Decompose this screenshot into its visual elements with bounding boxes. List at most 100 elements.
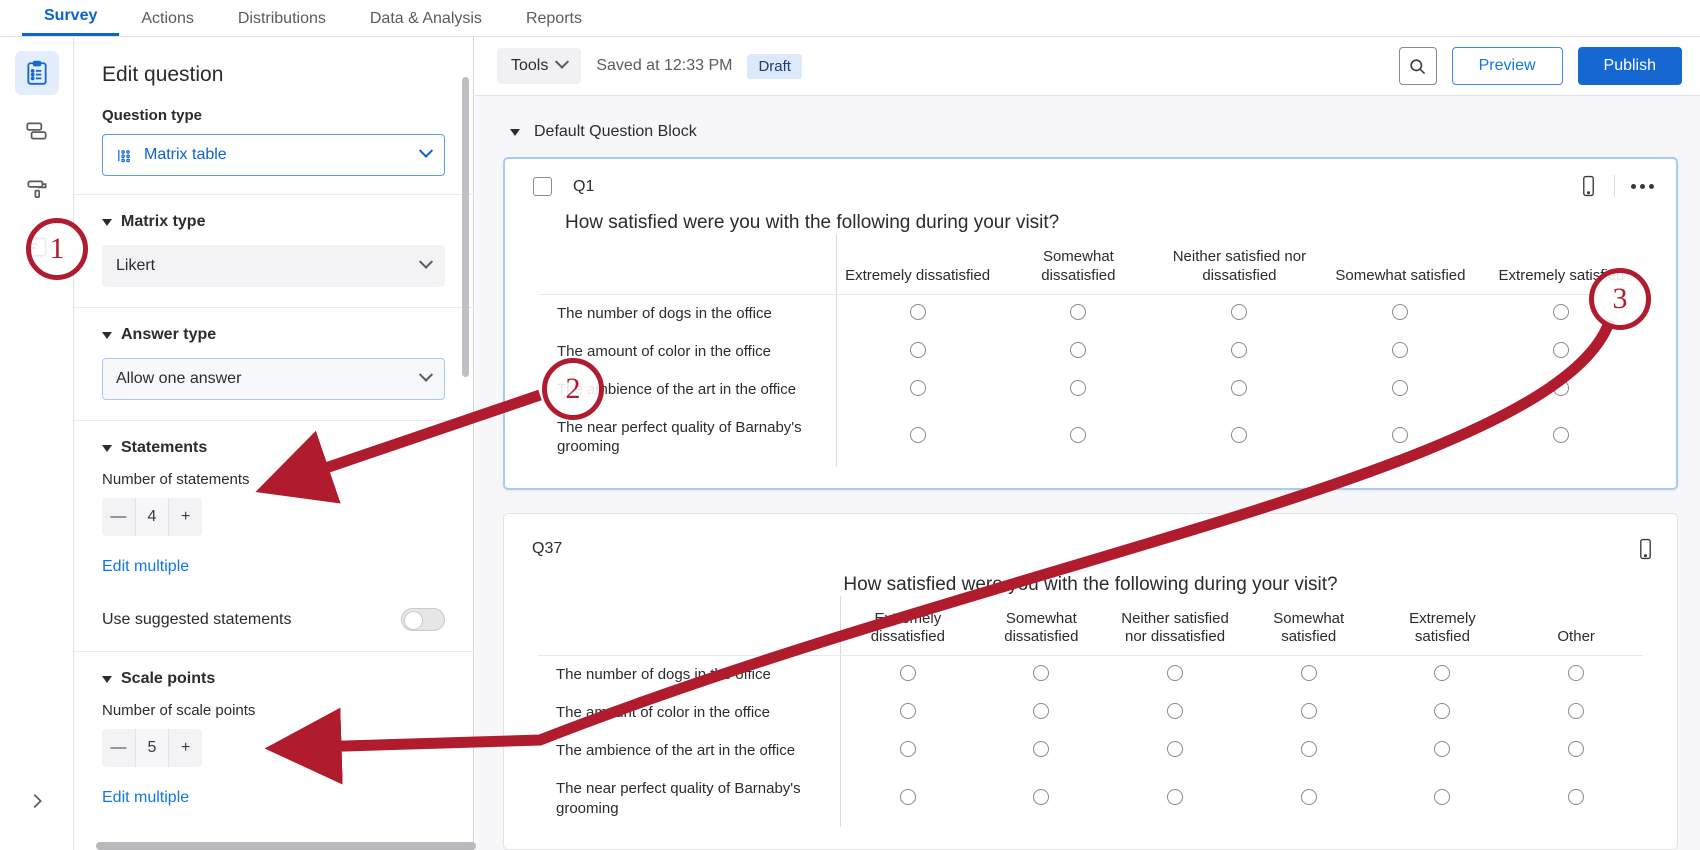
caret-down-icon	[102, 332, 112, 339]
statements-count-value[interactable]: 4	[136, 498, 170, 536]
scale-points-increment-button[interactable]: +	[169, 729, 202, 767]
q37-radio[interactable]	[1568, 703, 1584, 719]
topnav-label: Data & Analysis	[370, 10, 482, 27]
statements-edit-multiple-link[interactable]: Edit multiple	[102, 558, 189, 576]
topnav-item-reports[interactable]: Reports	[504, 11, 604, 36]
q1-radio[interactable]	[910, 342, 926, 358]
q1-radio[interactable]	[910, 427, 926, 443]
statements-heading[interactable]: Statements	[102, 439, 445, 457]
q37-radio[interactable]	[1033, 665, 1049, 681]
scale-points-heading[interactable]: Scale points	[102, 670, 445, 688]
q37-radio[interactable]	[1434, 789, 1450, 805]
q1-select-checkbox[interactable]	[533, 177, 552, 196]
q1-statement-row: The ambience of the art in the office	[539, 371, 1642, 409]
q1-cell	[837, 409, 998, 466]
q1-radio[interactable]	[1392, 342, 1408, 358]
q37-statement-label[interactable]: The ambience of the art in the office	[538, 732, 841, 770]
q1-radio[interactable]	[1070, 342, 1086, 358]
q37-radio[interactable]	[1167, 789, 1183, 805]
q1-radio[interactable]	[1392, 380, 1408, 396]
q37-radio[interactable]	[1033, 703, 1049, 719]
question-type-select[interactable]: Matrix table	[102, 134, 445, 176]
q37-radio[interactable]	[1167, 665, 1183, 681]
preview-button[interactable]: Preview	[1452, 47, 1563, 85]
q37-radio[interactable]	[900, 665, 916, 681]
scale-points-edit-multiple-link[interactable]: Edit multiple	[102, 789, 189, 807]
question-block-header[interactable]: Default Question Block	[475, 96, 1700, 141]
q1-radio[interactable]	[1231, 342, 1247, 358]
q37-radio[interactable]	[1301, 789, 1317, 805]
q37-radio[interactable]	[1568, 741, 1584, 757]
question-card-q37[interactable]: Q37 How satisfied were you with the foll…	[503, 513, 1678, 850]
q37-radio[interactable]	[1434, 665, 1450, 681]
topnav-item-survey[interactable]: Survey	[22, 8, 119, 36]
q37-radio[interactable]	[1167, 741, 1183, 757]
q1-cell	[998, 294, 1159, 333]
q1-radio[interactable]	[1070, 304, 1086, 320]
use-suggested-statements-toggle[interactable]	[401, 608, 445, 631]
q37-radio[interactable]	[900, 741, 916, 757]
rail-item-survey-flow[interactable]	[15, 109, 59, 153]
panel-scrollbar[interactable]	[462, 77, 469, 377]
q37-cell	[841, 770, 975, 827]
q37-statement-label[interactable]: The amount of color in the office	[538, 694, 841, 732]
horizontal-scrollbar[interactable]	[96, 842, 476, 850]
q1-radio[interactable]	[1553, 304, 1569, 320]
statements-heading-label: Statements	[121, 439, 207, 457]
q1-radio[interactable]	[1231, 380, 1247, 396]
q37-radio[interactable]	[1568, 665, 1584, 681]
q37-radio[interactable]	[1301, 741, 1317, 757]
q1-radio[interactable]	[1392, 304, 1408, 320]
mobile-preview-icon[interactable]	[1579, 175, 1598, 197]
search-button[interactable]	[1399, 47, 1437, 85]
q1-radio[interactable]	[1553, 427, 1569, 443]
topnav-item-distributions[interactable]: Distributions	[216, 11, 348, 36]
q37-radio[interactable]	[1033, 789, 1049, 805]
q1-question-text[interactable]: How satisfied were you with the followin…	[505, 196, 1676, 234]
q37-radio[interactable]	[1568, 789, 1584, 805]
q37-radio[interactable]	[1301, 665, 1317, 681]
q37-statement-label[interactable]: The near perfect quality of Barnaby's gr…	[538, 770, 841, 827]
rail-item-survey-builder[interactable]	[15, 51, 59, 95]
q37-radio[interactable]	[900, 789, 916, 805]
q1-statement-label[interactable]: The number of dogs in the office	[539, 294, 837, 333]
q1-radio[interactable]	[910, 380, 926, 396]
statements-increment-button[interactable]: +	[169, 498, 202, 536]
topnav-item-actions[interactable]: Actions	[119, 11, 215, 36]
question-card-q1[interactable]: Q1 How satisfied were you with the follo…	[503, 157, 1678, 490]
scale-points-decrement-button[interactable]: —	[102, 729, 136, 767]
tools-button[interactable]: Tools	[497, 48, 581, 84]
number-of-statements-label: Number of statements	[102, 471, 445, 488]
q37-radio[interactable]	[1033, 741, 1049, 757]
matrix-type-select[interactable]: Likert	[102, 245, 445, 287]
topnav-item-data-analysis[interactable]: Data & Analysis	[348, 11, 504, 36]
rail-item-look-and-feel[interactable]	[15, 167, 59, 211]
q1-radio[interactable]	[910, 304, 926, 320]
q1-radio[interactable]	[1553, 380, 1569, 396]
mobile-preview-icon[interactable]	[1636, 538, 1655, 560]
rail-expand-button[interactable]	[0, 790, 74, 812]
q37-statement-label[interactable]: The number of dogs in the office	[538, 656, 841, 695]
q37-radio[interactable]	[1301, 703, 1317, 719]
q1-radio[interactable]	[1231, 427, 1247, 443]
statements-section: Statements Number of statements — 4 + Ed…	[74, 420, 473, 651]
q1-radio[interactable]	[1070, 380, 1086, 396]
statements-decrement-button[interactable]: —	[102, 498, 136, 536]
q37-header-row: Extremely dissatisfied Somewhat dissatis…	[538, 596, 1643, 656]
q37-radio[interactable]	[1434, 703, 1450, 719]
scale-points-count-value[interactable]: 5	[136, 729, 170, 767]
q1-radio[interactable]	[1392, 427, 1408, 443]
answer-type-heading[interactable]: Answer type	[102, 326, 445, 344]
publish-button[interactable]: Publish	[1578, 47, 1682, 85]
q1-radio[interactable]	[1070, 427, 1086, 443]
matrix-type-heading[interactable]: Matrix type	[102, 213, 445, 231]
q37-radio[interactable]	[900, 703, 916, 719]
q37-question-text[interactable]: How satisfied were you with the followin…	[504, 558, 1677, 596]
q1-more-options-icon[interactable]	[1631, 184, 1654, 189]
answer-type-select[interactable]: Allow one answer	[102, 358, 445, 400]
q37-radio[interactable]	[1434, 741, 1450, 757]
q1-radio[interactable]	[1553, 342, 1569, 358]
q1-radio[interactable]	[1231, 304, 1247, 320]
q1-cell	[1159, 371, 1320, 409]
q37-radio[interactable]	[1167, 703, 1183, 719]
